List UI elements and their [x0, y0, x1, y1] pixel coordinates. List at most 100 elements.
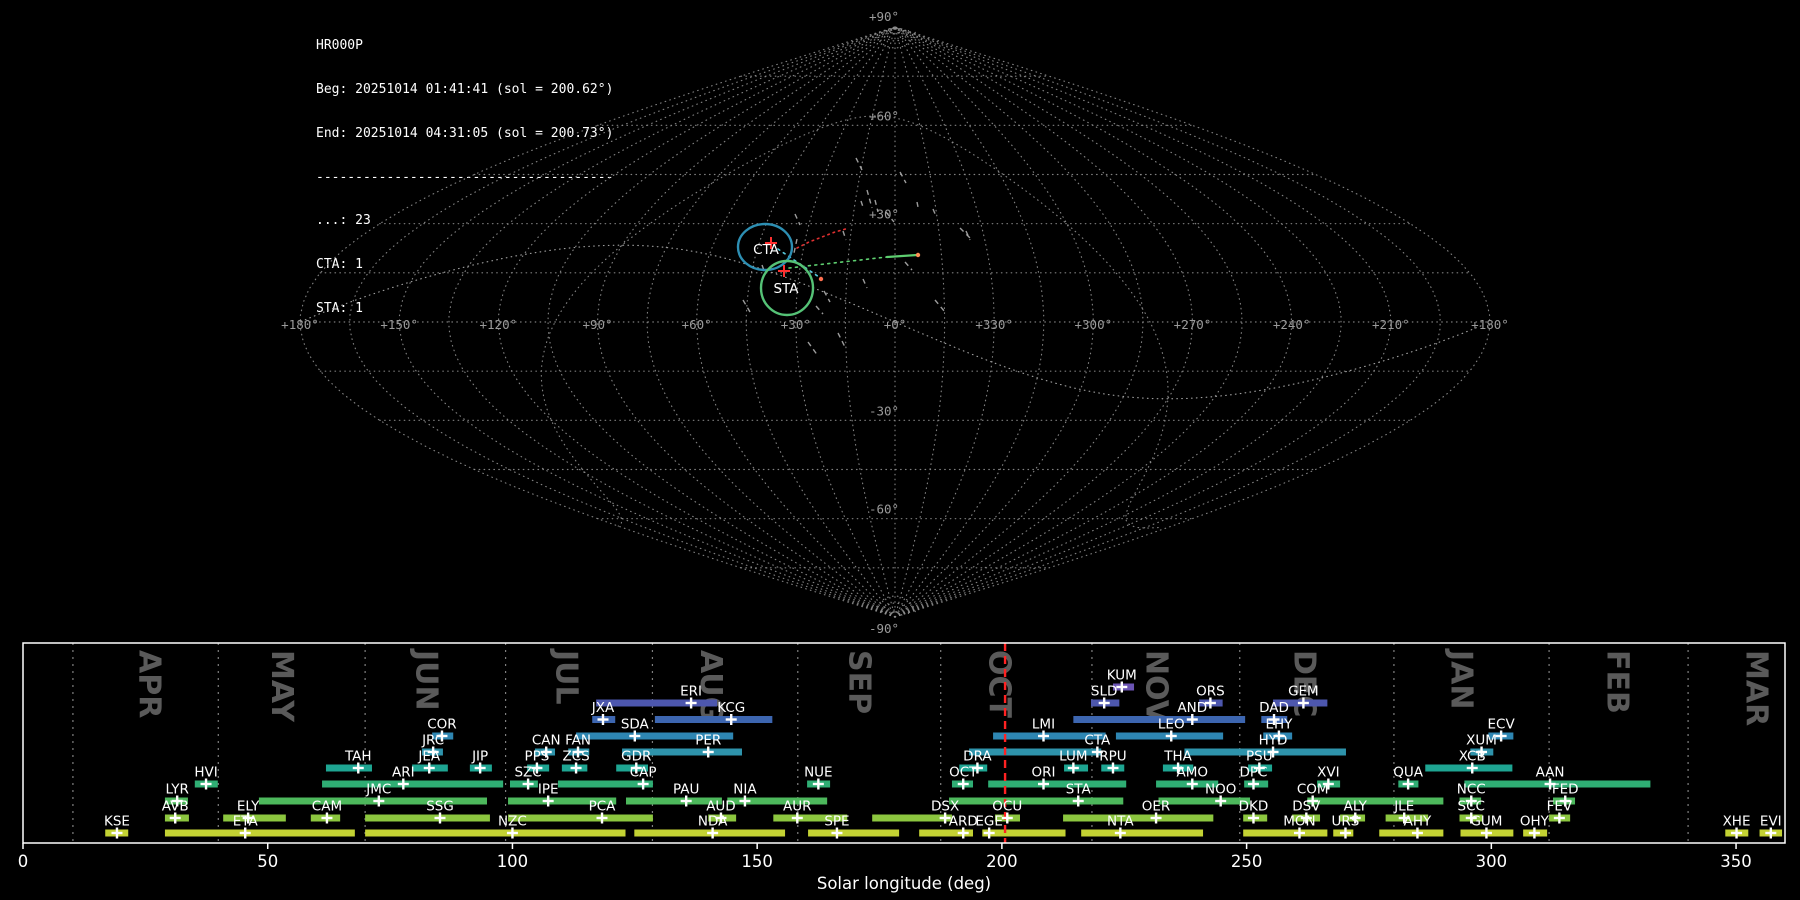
shower-label-eta: ETA — [233, 814, 259, 830]
shower-label-tah: TAH — [344, 749, 372, 765]
month-label: OCT — [981, 650, 1016, 719]
shower-label-per: PER — [695, 733, 721, 749]
shower-label-jip: JIP — [471, 749, 488, 765]
trail-end-dot — [818, 276, 824, 282]
shower-label-tha: THA — [1163, 749, 1192, 765]
month-label: SEP — [841, 650, 876, 714]
x-tick-label: 350 — [1720, 852, 1752, 871]
x-tick-label: 100 — [497, 852, 529, 871]
shower-bar-oer — [1063, 814, 1214, 822]
shower-bar-com — [1307, 797, 1444, 805]
dec-grid-label: -30° — [869, 403, 899, 418]
shower-label-mon: MON — [1283, 814, 1315, 830]
dec-grid-label: -60° — [869, 502, 899, 517]
shower-label-dra: DRA — [963, 749, 992, 765]
shower-label-fan: FAN — [565, 733, 591, 749]
shower-label-dsx: DSX — [931, 799, 959, 815]
shower-label-aan: AAN — [1536, 765, 1565, 781]
ra-grid-label: +150° — [380, 317, 418, 332]
shower-label-ori: ORI — [1031, 765, 1055, 781]
shower-bar-ari — [322, 780, 504, 788]
shower-label-and: AND — [1177, 700, 1207, 716]
ra-grid-label: +60° — [682, 317, 712, 332]
shower-label-eri: ERI — [680, 684, 702, 700]
shower-label-lum: LUM — [1059, 749, 1087, 765]
shower-label-jle: JLE — [1393, 799, 1414, 815]
shower-label-jxa: JXA — [591, 700, 615, 716]
meteor-trail — [904, 261, 913, 271]
shower-label-nia: NIA — [733, 782, 757, 798]
shower-label-ocu: OCU — [992, 799, 1022, 815]
shower-trail — [885, 253, 919, 259]
shower-label-kum: KUM — [1107, 668, 1137, 684]
month-label: MAY — [264, 650, 299, 723]
radiant-label-cta: CTA — [753, 242, 780, 258]
x-tick-label: 0 — [18, 852, 29, 871]
shower-label-xhe: XHE — [1723, 814, 1751, 830]
dec-grid-label: -90° — [869, 621, 899, 636]
shower-label-pca: PCA — [589, 799, 617, 815]
dec-grid-label: +90° — [869, 9, 899, 24]
dec-grid-label: +60° — [869, 108, 899, 123]
meteor-trail — [793, 238, 798, 254]
shower-label-rpu: RPU — [1099, 749, 1126, 765]
shower-label-hvi: HVI — [194, 765, 217, 781]
meteor-radiant-screen: HR000P Beg: 20251014 01:41:41 (sol = 200… — [0, 0, 1800, 900]
dec-grid-label: +30° — [869, 207, 899, 222]
meteor-trail — [815, 305, 824, 315]
ra-grid-label: +240° — [1273, 317, 1311, 332]
shower-bar-ssg — [365, 814, 490, 822]
meteor-trail — [842, 230, 847, 241]
shower-label-ors: ORS — [1196, 684, 1225, 700]
map-meridian — [349, 26, 896, 618]
shower-label-noo: NOO — [1205, 782, 1236, 798]
shower-label-aur: AUR — [783, 799, 812, 815]
shower-label-nzc: NZC — [498, 814, 527, 830]
month-label: JAN — [1443, 648, 1478, 710]
meteor-trail — [855, 157, 863, 171]
x-tick-label: 200 — [986, 852, 1018, 871]
month-label: MAR — [1739, 650, 1774, 726]
shower-bar-nta — [1081, 829, 1204, 837]
shower-label-dad: DAD — [1259, 700, 1289, 716]
ra-grid-label: +330° — [975, 317, 1013, 332]
shower-bar-mon — [1243, 829, 1328, 837]
shower-label-cor: COR — [427, 717, 456, 733]
radiant-map: +180° +150° +120° +90° +60° +30° +0° +330° +300°… — [281, 9, 1509, 636]
trail-end-dot — [915, 252, 921, 258]
meteor-trail — [899, 171, 907, 184]
shower-label-ncc: NCC — [1457, 782, 1486, 798]
shower-label-ahy: AHY — [1404, 814, 1432, 830]
ra-grid-label: +90° — [582, 317, 612, 332]
shower-label-spe: SPE — [824, 814, 849, 830]
shower-label-gem: GEM — [1288, 684, 1319, 700]
shower-label-cta: CTA — [1084, 733, 1111, 749]
shower-label-xum: XUM — [1466, 733, 1497, 749]
meteor-trail — [823, 290, 831, 303]
pole-arc — [881, 30, 910, 42]
shower-label-aly: ALY — [1344, 799, 1368, 815]
shower-label-nue: NUE — [804, 765, 833, 781]
shower-label-leo: LEO — [1158, 717, 1185, 733]
shower-label-sta: STA — [1066, 782, 1092, 798]
shower-label-aud: AUD — [706, 799, 736, 815]
meteor-trail — [959, 227, 973, 241]
shower-label-gum: GUM — [1470, 814, 1502, 830]
ra-grid-label: +30° — [781, 317, 811, 332]
x-tick-label: 250 — [1231, 852, 1263, 871]
shower-label-kse: KSE — [104, 814, 130, 830]
x-tick-label: 300 — [1476, 852, 1508, 871]
shower-bar-ori — [988, 780, 1127, 788]
shower-label-ssg: SSG — [426, 799, 454, 815]
month-label: JUN — [408, 648, 443, 711]
shower-label-ohy: OHY — [1520, 814, 1550, 830]
shower-label-can: CAN — [532, 733, 561, 749]
month-label: NOV — [1139, 650, 1174, 724]
x-tick-label: 50 — [257, 852, 278, 871]
shower-bar-ahy — [1379, 829, 1444, 837]
ra-grid-label: +0° — [884, 317, 907, 332]
shower-bar-spe — [808, 829, 900, 837]
shower-label-nta: NTA — [1107, 814, 1134, 830]
ra-grid-label: +210° — [1372, 317, 1410, 332]
radiant-label-sta: STA — [773, 281, 799, 297]
